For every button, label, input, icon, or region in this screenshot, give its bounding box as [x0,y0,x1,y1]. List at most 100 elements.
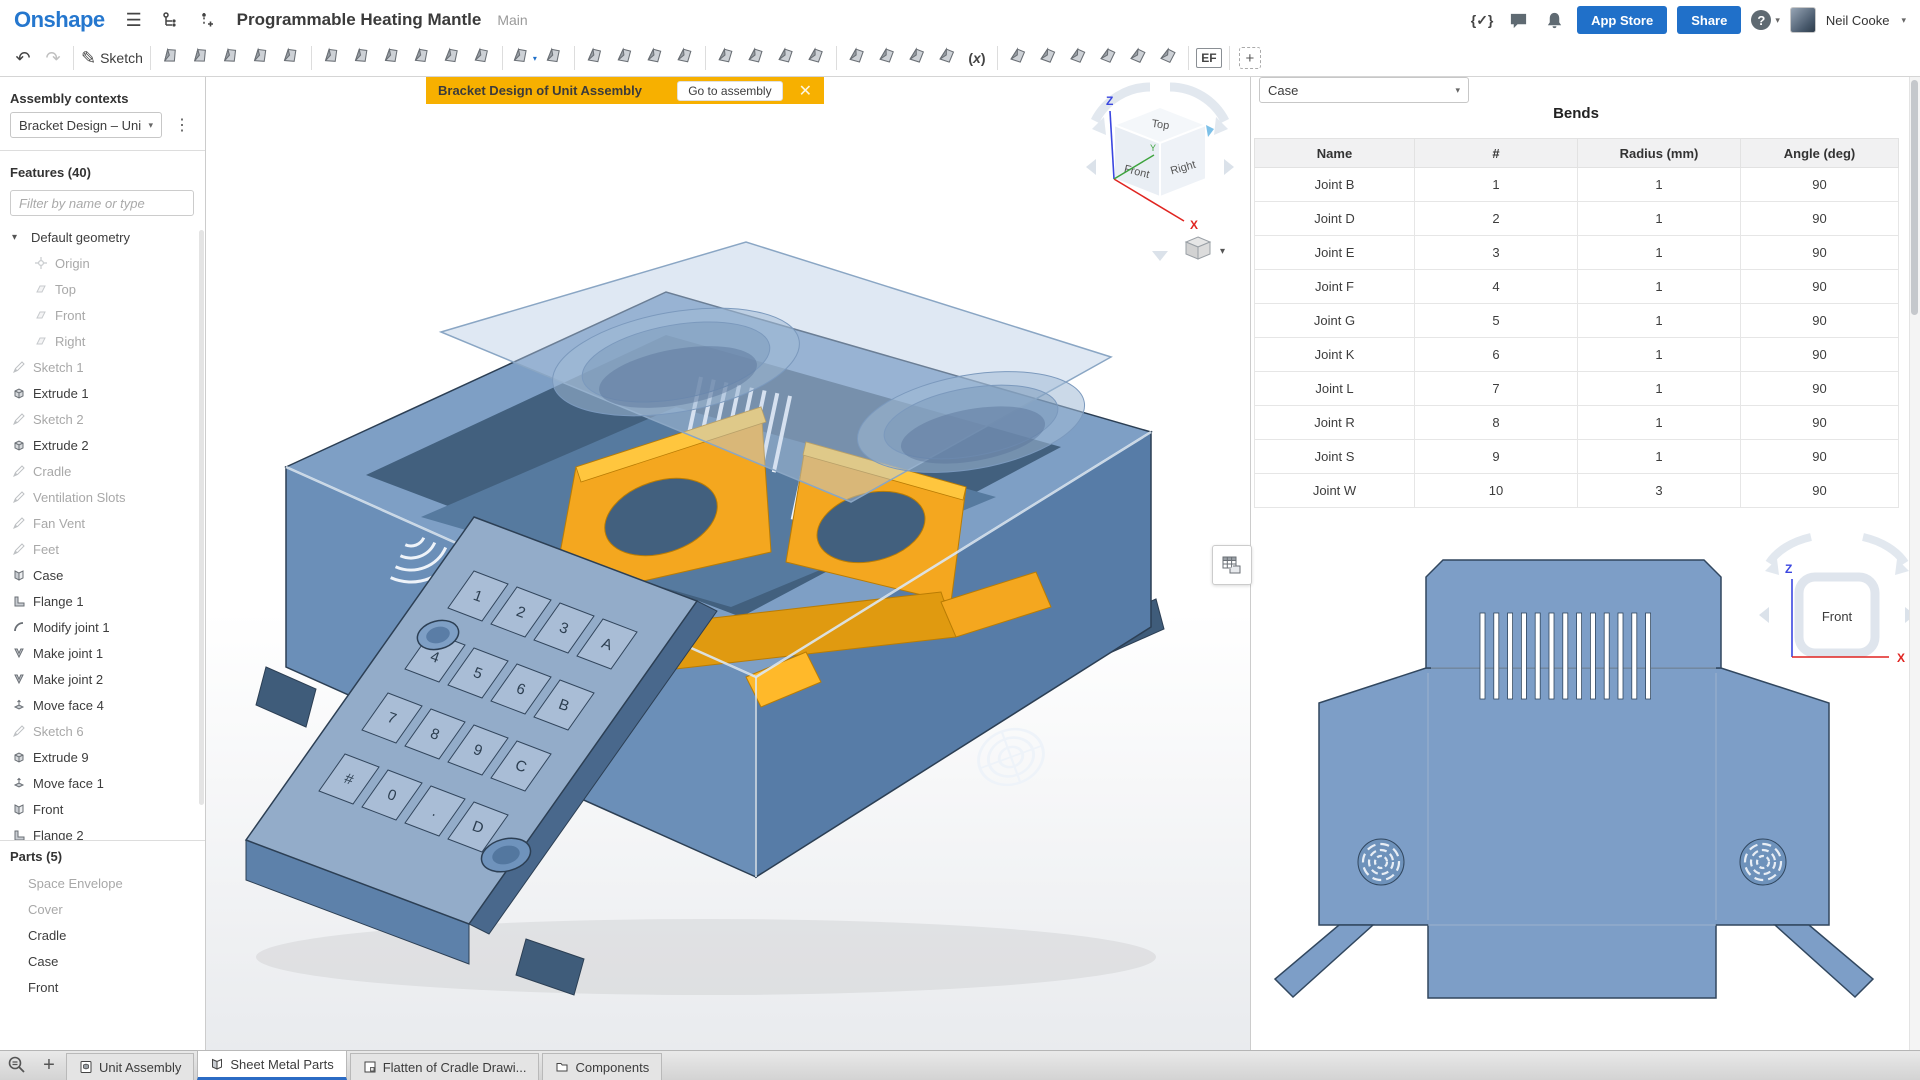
feature-item-make-joint-1[interactable]: Make joint 1 [0,640,205,666]
help-menu[interactable]: ? ▾ [1751,10,1780,30]
tab-manager-icon[interactable] [6,1054,28,1076]
feature-item-default-geometry[interactable]: ▾Default geometry [0,224,205,250]
toolbar-boolean-button[interactable] [580,44,610,72]
toolbar-delete-face-button[interactable] [741,44,771,72]
flat-pattern-view[interactable]: Front Z X [1251,515,1920,1050]
view-options-cube-icon[interactable] [1186,237,1210,259]
bend-row-joint-w[interactable]: Joint W10390 [1255,474,1899,508]
toolbar-custom-feature-button[interactable]: + [1235,44,1265,72]
toolbar-linear-pattern-button[interactable]: ▾ [508,44,539,72]
toolbar-offset-surface-button[interactable] [842,44,872,72]
column-header-angle[interactable]: Angle (deg) [1741,139,1899,168]
bend-row-joint-r[interactable]: Joint R8190 [1255,406,1899,440]
toolbar-mirror-button[interactable] [539,44,569,72]
bend-row-joint-k[interactable]: Joint K6190 [1255,338,1899,372]
user-avatar[interactable] [1790,7,1816,33]
notifications-bell-icon[interactable] [1541,7,1567,33]
feature-item-top[interactable]: Top [0,276,205,302]
toolbar-corner-break-button[interactable] [1123,44,1153,72]
feature-item-fan-vent[interactable]: Fan Vent [0,510,205,536]
toolbar-hole-button[interactable] [467,44,497,72]
bend-row-joint-e[interactable]: Joint E3190 [1255,236,1899,270]
sheet-metal-table-toggle-button[interactable] [1212,545,1252,585]
feature-item-front[interactable]: Front [0,302,205,328]
toolbar-sketch-button[interactable]: ✎Sketch [79,44,145,72]
feature-item-feet[interactable]: Feet [0,536,205,562]
view-options-chevron-icon[interactable]: ▾ [1220,246,1225,257]
feature-item-front[interactable]: Front [0,796,205,822]
app-store-button[interactable]: App Store [1577,6,1667,34]
feature-item-sketch-6[interactable]: Sketch 6 [0,718,205,744]
banner-close-icon[interactable]: ✕ [793,81,818,101]
toolbar-modify-fillet-button[interactable] [640,44,670,72]
panel-scrollbar[interactable] [1909,77,1920,1050]
bend-row-joint-d[interactable]: Joint D2190 [1255,202,1899,236]
tab-flatten-of-cradle-drawi[interactable]: Flatten of Cradle Drawi... [350,1053,540,1080]
feature-item-origin[interactable]: Origin [0,250,205,276]
column-header-name[interactable]: Name [1255,139,1415,168]
panel-scrollbar-thumb[interactable] [1911,80,1918,315]
feature-item-right[interactable]: Right [0,328,205,354]
feature-item-extrude-2[interactable]: Extrude 2 [0,432,205,458]
feature-item-sketch-1[interactable]: Sketch 1 [0,354,205,380]
toolbar-wrap-button[interactable] [932,44,962,72]
tab-sheet-metal-parts[interactable]: Sheet Metal Parts [197,1050,346,1080]
part-item-case[interactable]: Case [0,948,205,974]
toolbar-extrude-button[interactable] [156,44,186,72]
toolbar-fillet-button[interactable] [317,44,347,72]
feature-item-modify-joint-1[interactable]: Modify joint 1 [0,614,205,640]
toolbar-undo-button[interactable]: ↶ [8,44,38,72]
toolbar-transform-button[interactable] [711,44,741,72]
help-icon[interactable]: ? [1751,10,1771,30]
bend-row-joint-b[interactable]: Joint B1190 [1255,168,1899,202]
assembly-context-select[interactable]: Bracket Design – Uni ▾ [10,112,162,138]
toolbar-delete-part-button[interactable] [670,44,700,72]
toolbar-replace-face-button[interactable] [801,44,831,72]
part-selector-dropdown[interactable]: Case ▾ [1259,77,1469,103]
bend-row-joint-f[interactable]: Joint F4190 [1255,270,1899,304]
toolbar-bend-button[interactable] [1093,44,1123,72]
tree-expand-caret-icon[interactable]: ▾ [12,232,24,243]
toolbar-move-face-button[interactable] [771,44,801,72]
bend-row-joint-s[interactable]: Joint S9190 [1255,440,1899,474]
main-menu-icon[interactable]: ☰ [121,7,147,33]
toolbar-make-joint-button[interactable] [1063,44,1093,72]
feature-item-ventilation-slots[interactable]: Ventilation Slots [0,484,205,510]
toolbar-loft-button[interactable] [246,44,276,72]
column-header-radius[interactable]: Radius (mm) [1578,139,1741,168]
go-to-assembly-button[interactable]: Go to assembly [677,81,782,101]
toolbar-sheet-metal-table-button[interactable] [1153,44,1183,72]
toolbar-shell-button[interactable] [437,44,467,72]
toolbar-helix-button[interactable] [872,44,902,72]
context-options-kebab-icon[interactable]: ⋮ [168,113,196,137]
add-tab-icon[interactable]: + [38,1054,60,1076]
part-item-cover[interactable]: Cover [0,896,205,922]
share-button[interactable]: Share [1677,6,1741,34]
part-item-cradle[interactable]: Cradle [0,922,205,948]
toolbar-fill-surface-button[interactable] [902,44,932,72]
column-header-number[interactable]: # [1415,139,1578,168]
toolbar-thicken-button[interactable] [276,44,306,72]
bend-row-joint-g[interactable]: Joint G5190 [1255,304,1899,338]
toolbar-variable-button[interactable]: (x) [962,44,992,72]
code-check-icon[interactable]: {✓} [1469,7,1495,33]
feature-item-move-face-4[interactable]: Move face 4 [0,692,205,718]
feature-item-sketch-2[interactable]: Sketch 2 [0,406,205,432]
feature-item-move-face-1[interactable]: Move face 1 [0,770,205,796]
toolbar-revolve-button[interactable] [186,44,216,72]
onshape-logo[interactable]: Onshape [14,7,105,33]
toolbar-chamfer-button[interactable] [347,44,377,72]
model-viewport[interactable]: Bracket Design of Unit Assembly Go to as… [206,77,1250,1050]
toolbar-draft-button[interactable] [377,44,407,72]
flat-view-cube[interactable]: Front Z X [1759,537,1915,665]
user-chevron-down-icon[interactable]: ▾ [1901,15,1906,26]
view-cube[interactable]: Top Front Right Z X Y ▾ [1080,79,1240,269]
toolbar-featurescript-button[interactable]: EF [1194,44,1224,72]
part-item-front[interactable]: Front [0,974,205,1000]
feature-item-extrude-9[interactable]: Extrude 9 [0,744,205,770]
feature-filter-input[interactable] [10,190,194,216]
tab-unit-assembly[interactable]: Unit Assembly [66,1053,194,1080]
part-item-space-envelope[interactable]: Space Envelope [0,870,205,896]
feature-item-case[interactable]: Case [0,562,205,588]
workspace-name[interactable]: Main [497,12,527,28]
